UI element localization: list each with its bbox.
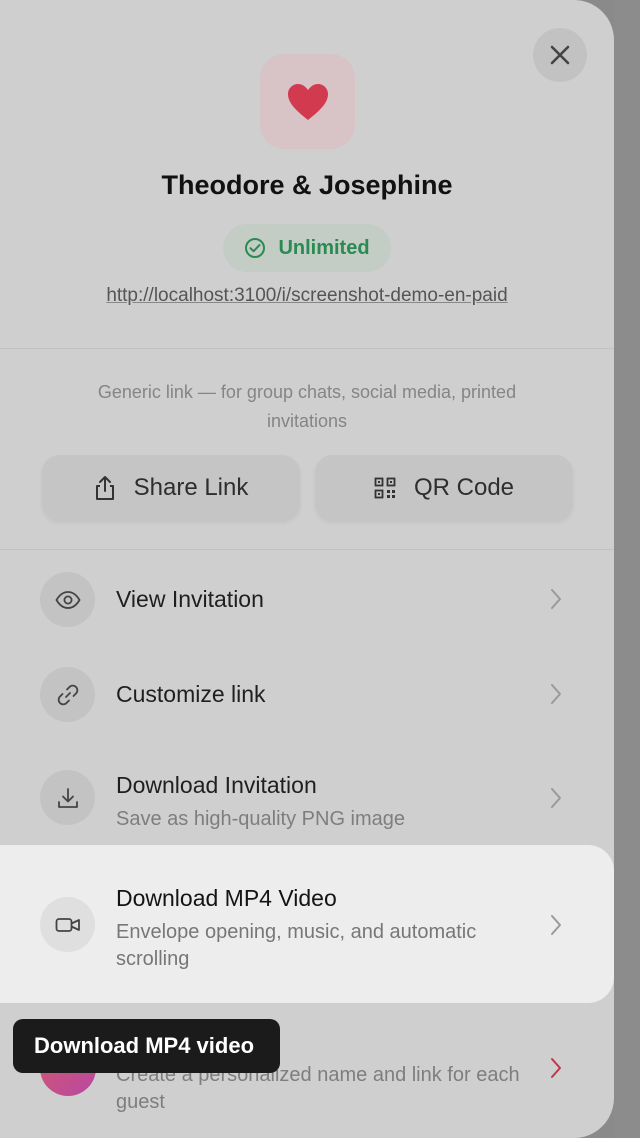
status-badge: Unlimited <box>223 224 391 272</box>
qr-code-label: QR Code <box>413 474 515 501</box>
link-icon <box>40 667 95 722</box>
share-link-button[interactable]: Share Link <box>42 455 300 521</box>
chevron-right-icon <box>551 915 561 935</box>
eye-icon <box>40 572 95 627</box>
close-button[interactable] <box>533 28 587 82</box>
download-invitation-row[interactable]: Download Invitation Save as high-quality… <box>0 748 614 844</box>
share-description: Generic link — for group chats, social m… <box>97 382 517 431</box>
row-title: View Invitation <box>116 586 264 612</box>
divider <box>0 348 614 349</box>
share-icon <box>95 476 114 500</box>
row-title: Download Invitation <box>116 772 317 798</box>
close-icon <box>550 45 570 65</box>
heart-icon <box>287 83 328 120</box>
check-circle-icon <box>245 238 266 258</box>
row-title: Download MP4 Video <box>116 885 337 911</box>
invitation-url-link[interactable]: http://localhost:3100/i/screenshot-demo-… <box>0 285 614 307</box>
row-subtitle: Save as high-quality PNG image <box>116 808 406 830</box>
view-invitation-row[interactable]: View Invitation <box>0 560 614 638</box>
qr-code-button[interactable]: QR Code <box>315 455 573 521</box>
badge-label: Unlimited <box>278 236 370 259</box>
row-subtitle: Envelope opening, music, and automatic s… <box>116 921 477 970</box>
qr-code-icon <box>374 477 396 499</box>
page-title: Theodore & Josephine <box>161 170 453 200</box>
background-strip <box>614 0 640 1138</box>
download-icon <box>40 770 95 825</box>
invitation-app-icon <box>260 54 355 149</box>
video-icon <box>40 897 95 952</box>
customize-link-row[interactable]: Customize link <box>0 655 614 733</box>
row-title: Customize link <box>116 681 266 707</box>
chevron-right-icon <box>551 589 561 609</box>
divider <box>0 549 614 550</box>
download-mp4-video-row[interactable]: Download MP4 Video Envelope opening, mus… <box>0 845 614 1003</box>
chevron-right-icon <box>551 1058 561 1078</box>
chevron-right-icon <box>551 684 561 704</box>
share-link-label: Share Link <box>133 474 249 501</box>
tooltip: Download MP4 video <box>13 1019 280 1073</box>
chevron-right-icon <box>551 788 561 808</box>
